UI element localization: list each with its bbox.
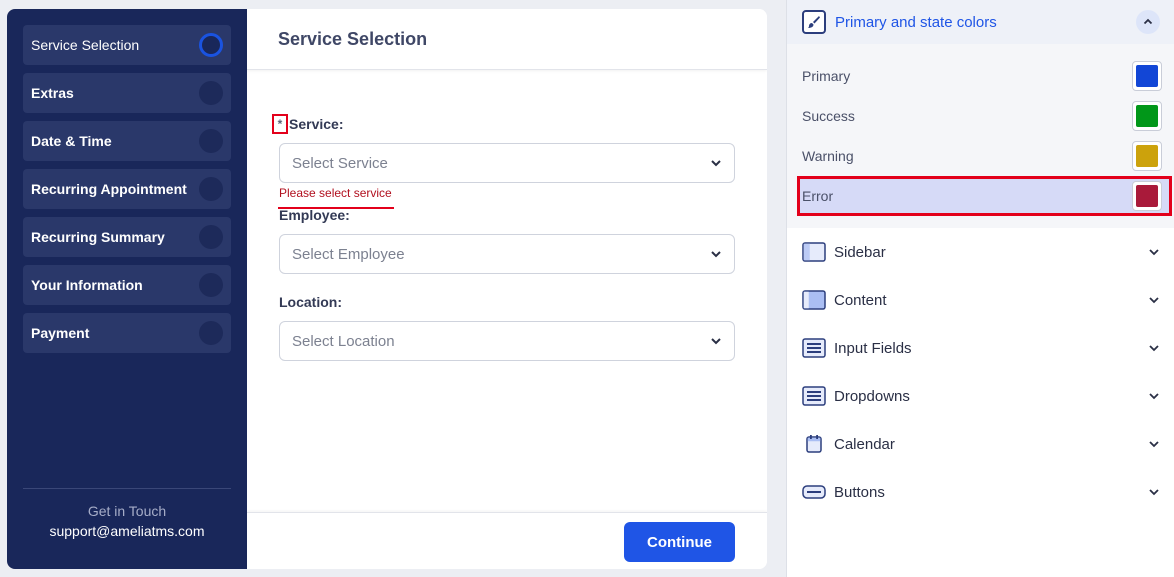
step-status-indicator	[199, 129, 223, 153]
form-content: Service Selection * Service: Select Serv…	[247, 9, 767, 569]
primary-state-colors-header[interactable]: Primary and state colors	[787, 0, 1174, 44]
color-picker-warning[interactable]	[1132, 141, 1162, 171]
step-service-selection[interactable]: Service Selection	[23, 25, 231, 65]
section-dropdowns[interactable]: Dropdowns	[787, 372, 1174, 420]
section-sidebar[interactable]: Sidebar	[787, 228, 1174, 276]
color-label: Warning	[802, 148, 854, 164]
color-label: Primary	[802, 68, 851, 84]
employee-label: Employee:	[279, 207, 350, 223]
step-label: Service Selection	[31, 37, 140, 53]
collapse-button[interactable]	[1136, 10, 1160, 34]
location-select[interactable]: Select Location	[279, 321, 735, 361]
step-label: Recurring Appointment	[31, 181, 187, 197]
color-picker-error[interactable]	[1132, 181, 1162, 211]
chevron-down-icon	[1149, 441, 1159, 448]
section-label: Input Fields	[834, 339, 912, 357]
step-payment[interactable]: Payment	[23, 313, 231, 353]
continue-button[interactable]: Continue	[624, 522, 735, 562]
buttons-icon	[802, 485, 826, 499]
sidebar-footer: Get in Touch support@ameliatms.com	[23, 488, 231, 539]
step-status-indicator	[199, 33, 223, 57]
dropdowns-icon	[802, 386, 826, 406]
employee-select[interactable]: Select Employee	[279, 234, 735, 274]
booking-form-preview: Service Selection Extras Date & Time Rec…	[7, 9, 767, 569]
step-status-indicator	[199, 81, 223, 105]
location-label: Location:	[279, 294, 342, 310]
step-status-indicator	[199, 177, 223, 201]
step-status-indicator	[199, 225, 223, 249]
employee-field: Employee: Select Employee	[279, 206, 735, 274]
section-label: Calendar	[834, 435, 895, 453]
color-swatch	[1136, 65, 1158, 87]
step-label: Payment	[31, 325, 90, 341]
section-label: Buttons	[834, 483, 885, 501]
chevron-down-icon	[1149, 489, 1159, 496]
section-label: Content	[834, 291, 887, 309]
chevron-down-icon	[1149, 345, 1159, 352]
service-error-message: Please select service	[279, 186, 392, 200]
step-label: Extras	[31, 85, 74, 101]
chevron-down-icon	[1149, 297, 1159, 304]
step-date-time[interactable]: Date & Time	[23, 121, 231, 161]
color-row-warning: Warning	[787, 136, 1174, 176]
step-recurring-appointment[interactable]: Recurring Appointment	[23, 169, 231, 209]
chevron-down-icon	[711, 160, 721, 167]
chevron-down-icon	[711, 251, 721, 258]
paintbrush-icon	[802, 10, 826, 34]
color-row-success: Success	[787, 96, 1174, 136]
step-recurring-summary[interactable]: Recurring Summary	[23, 217, 231, 257]
color-swatch	[1136, 105, 1158, 127]
color-row-primary: Primary	[787, 56, 1174, 96]
step-label: Date & Time	[31, 133, 112, 149]
step-status-indicator	[199, 321, 223, 345]
step-your-information[interactable]: Your Information	[23, 265, 231, 305]
required-asterisk: *	[272, 114, 288, 134]
color-label: Error	[802, 188, 834, 204]
form-footer: Continue	[247, 512, 767, 569]
color-swatch	[1136, 185, 1158, 207]
color-picker-success[interactable]	[1132, 101, 1162, 131]
chevron-up-icon	[1143, 18, 1153, 25]
service-placeholder: Select Service	[292, 154, 388, 172]
colors-list: Primary Success Warning Error	[787, 44, 1174, 228]
color-label: Success	[802, 108, 855, 124]
service-field: * Service: Select Service Please select …	[272, 114, 735, 209]
sidebar-icon	[802, 242, 826, 262]
service-label-text: Service:	[289, 116, 344, 132]
section-title: Primary and state colors	[835, 13, 997, 31]
content-icon	[802, 290, 826, 310]
step-status-indicator	[199, 273, 223, 297]
calendar-icon	[806, 435, 822, 453]
steps-sidebar: Service Selection Extras Date & Time Rec…	[7, 9, 247, 569]
service-select[interactable]: Select Service	[279, 143, 735, 183]
support-email[interactable]: support@ameliatms.com	[23, 523, 231, 539]
step-extras[interactable]: Extras	[23, 73, 231, 113]
color-picker-primary[interactable]	[1132, 61, 1162, 91]
service-label: * Service:	[272, 114, 735, 134]
form-header: Service Selection	[247, 9, 767, 70]
input-fields-icon	[802, 338, 826, 358]
location-placeholder: Select Location	[292, 332, 395, 350]
customize-panel: Primary and state colors Primary Success…	[786, 0, 1174, 577]
color-row-error: Error	[797, 176, 1172, 216]
section-label: Dropdowns	[834, 387, 910, 405]
chevron-down-icon	[711, 338, 721, 345]
section-buttons[interactable]: Buttons	[787, 468, 1174, 516]
section-input-fields[interactable]: Input Fields	[787, 324, 1174, 372]
section-content[interactable]: Content	[787, 276, 1174, 324]
get-in-touch-title: Get in Touch	[87, 503, 167, 519]
location-field: Location: Select Location	[279, 293, 735, 361]
page-title: Service Selection	[278, 29, 428, 49]
chevron-down-icon	[1149, 249, 1159, 256]
section-calendar[interactable]: Calendar	[787, 420, 1174, 468]
step-label: Your Information	[31, 277, 143, 293]
section-label: Sidebar	[834, 243, 886, 261]
step-label: Recurring Summary	[31, 229, 165, 245]
color-swatch	[1136, 145, 1158, 167]
chevron-down-icon	[1149, 393, 1159, 400]
employee-placeholder: Select Employee	[292, 245, 405, 263]
